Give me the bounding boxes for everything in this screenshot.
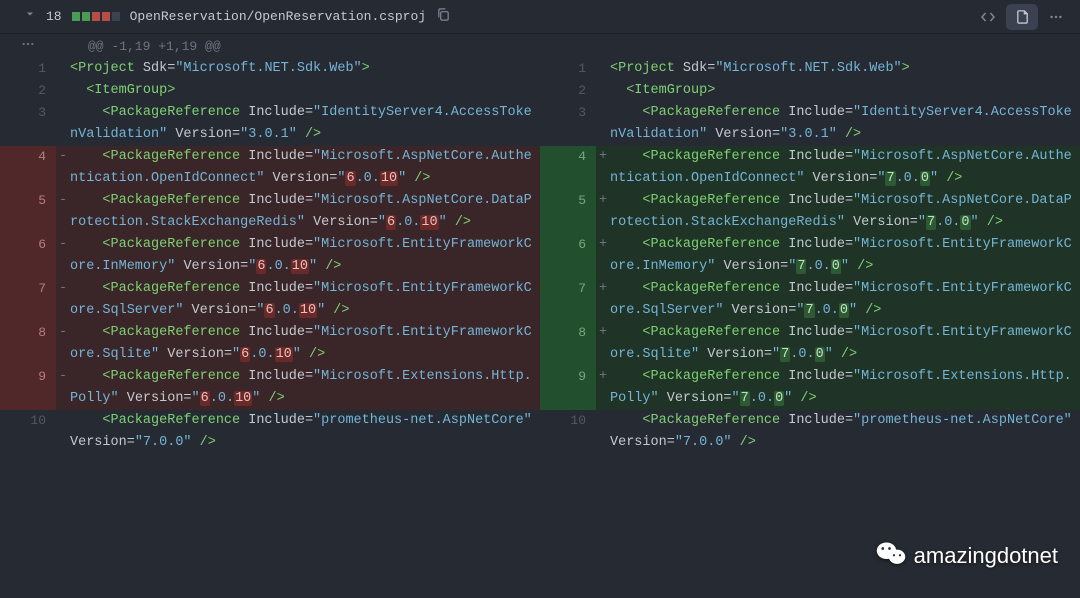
code-content[interactable]: <PackageReference Include="Microsoft.Asp… (610, 190, 1080, 234)
diff-line-ctx: 3 <PackageReference Include="IdentitySer… (540, 102, 1080, 146)
diff-marker (596, 58, 610, 80)
diff-left-pane: 1 <Project Sdk="Microsoft.NET.Sdk.Web">2… (0, 58, 540, 454)
diff-marker: - (56, 190, 70, 234)
diff-body: 1 <Project Sdk="Microsoft.NET.Sdk.Web">2… (0, 58, 1080, 454)
line-number[interactable]: 3 (540, 102, 596, 146)
line-number[interactable]: 8 (0, 322, 56, 366)
line-number[interactable]: 5 (0, 190, 56, 234)
diff-line-del: 5- <PackageReference Include="Microsoft.… (0, 190, 540, 234)
code-content[interactable]: <PackageReference Include="Microsoft.Ent… (70, 322, 540, 366)
line-number[interactable]: 10 (540, 410, 596, 454)
code-content[interactable]: <PackageReference Include="Microsoft.Ent… (610, 322, 1080, 366)
watermark-text: amazingdotnet (914, 543, 1058, 569)
diff-marker: - (56, 234, 70, 278)
diff-line-add: 5+ <PackageReference Include="Microsoft.… (540, 190, 1080, 234)
diff-marker: - (56, 322, 70, 366)
hunk-range: @@ -1,19 +1,19 @@ (88, 39, 221, 54)
diff-line-add: 9+ <PackageReference Include="Microsoft.… (540, 366, 1080, 410)
copy-path-icon[interactable] (436, 7, 451, 27)
diff-line-ctx: 10 <PackageReference Include="prometheus… (0, 410, 540, 454)
diff-marker (56, 102, 70, 146)
diff-line-del: 6- <PackageReference Include="Microsoft.… (0, 234, 540, 278)
code-content[interactable]: <PackageReference Include="Microsoft.Asp… (70, 190, 540, 234)
diff-marker: + (596, 278, 610, 322)
code-content[interactable]: <PackageReference Include="Microsoft.Asp… (70, 146, 540, 190)
code-content[interactable]: <PackageReference Include="Microsoft.Asp… (610, 146, 1080, 190)
diff-line-del: 9- <PackageReference Include="Microsoft.… (0, 366, 540, 410)
diff-line-ctx: 1 <Project Sdk="Microsoft.NET.Sdk.Web"> (0, 58, 540, 80)
line-number[interactable]: 1 (540, 58, 596, 80)
code-content[interactable]: <PackageReference Include="IdentityServe… (610, 102, 1080, 146)
wechat-icon (876, 540, 906, 572)
code-content[interactable]: <PackageReference Include="prometheus-ne… (70, 410, 540, 454)
watermark: amazingdotnet (876, 540, 1058, 572)
diff-marker: - (56, 278, 70, 322)
code-content[interactable]: <PackageReference Include="prometheus-ne… (610, 410, 1080, 454)
line-number[interactable]: 6 (0, 234, 56, 278)
diff-marker: + (596, 234, 610, 278)
diff-marker: - (56, 366, 70, 410)
chevron-down-icon[interactable] (24, 8, 40, 25)
line-number[interactable]: 4 (0, 146, 56, 190)
diff-line-ctx: 1 <Project Sdk="Microsoft.NET.Sdk.Web"> (540, 58, 1080, 80)
diff-right-pane: 1 <Project Sdk="Microsoft.NET.Sdk.Web">2… (540, 58, 1080, 454)
diff-line-ctx: 2 <ItemGroup> (0, 80, 540, 102)
file-header: 18 OpenReservation/OpenReservation.cspro… (0, 0, 1080, 34)
diff-line-ctx: 2 <ItemGroup> (540, 80, 1080, 102)
diff-marker (56, 410, 70, 454)
line-number[interactable]: 4 (540, 146, 596, 190)
file-view-button[interactable] (1006, 4, 1038, 30)
code-content[interactable]: <Project Sdk="Microsoft.NET.Sdk.Web"> (70, 58, 540, 80)
diff-marker (596, 102, 610, 146)
code-content[interactable]: <PackageReference Include="Microsoft.Ext… (70, 366, 540, 410)
file-path[interactable]: OpenReservation/OpenReservation.csproj (130, 9, 426, 24)
code-content[interactable]: <Project Sdk="Microsoft.NET.Sdk.Web"> (610, 58, 1080, 80)
hunk-header: @@ -1,19 +1,19 @@ (0, 34, 1080, 58)
line-number[interactable]: 5 (540, 190, 596, 234)
diff-line-add: 6+ <PackageReference Include="Microsoft.… (540, 234, 1080, 278)
diff-line-add: 4+ <PackageReference Include="Microsoft.… (540, 146, 1080, 190)
code-content[interactable]: <PackageReference Include="Microsoft.Ent… (610, 234, 1080, 278)
code-content[interactable]: <PackageReference Include="Microsoft.Ent… (70, 234, 540, 278)
line-number[interactable]: 3 (0, 102, 56, 146)
line-number[interactable]: 10 (0, 410, 56, 454)
more-actions-button[interactable] (1040, 4, 1072, 30)
code-view-button[interactable] (972, 4, 1004, 30)
diff-marker (56, 58, 70, 80)
code-content[interactable]: <PackageReference Include="Microsoft.Ent… (70, 278, 540, 322)
diff-marker: - (56, 146, 70, 190)
diff-line-add: 7+ <PackageReference Include="Microsoft.… (540, 278, 1080, 322)
diff-line-ctx: 3 <PackageReference Include="IdentitySer… (0, 102, 540, 146)
diff-marker (596, 80, 610, 102)
diff-line-del: 8- <PackageReference Include="Microsoft.… (0, 322, 540, 366)
expand-hunk-button[interactable] (0, 34, 56, 58)
line-number[interactable]: 7 (0, 278, 56, 322)
diff-marker: + (596, 146, 610, 190)
diff-marker: + (596, 190, 610, 234)
diff-marker (56, 80, 70, 102)
diff-stat-blocks (72, 12, 120, 21)
diff-marker: + (596, 366, 610, 410)
line-number[interactable]: 9 (540, 366, 596, 410)
changed-lines-count: 18 (46, 9, 62, 24)
diff-line-add: 8+ <PackageReference Include="Microsoft.… (540, 322, 1080, 366)
line-number[interactable]: 2 (540, 80, 596, 102)
line-number[interactable]: 9 (0, 366, 56, 410)
line-number[interactable]: 8 (540, 322, 596, 366)
line-number[interactable]: 1 (0, 58, 56, 80)
line-number[interactable]: 7 (540, 278, 596, 322)
header-actions (972, 0, 1080, 33)
code-content[interactable]: <PackageReference Include="Microsoft.Ent… (610, 278, 1080, 322)
diff-line-ctx: 10 <PackageReference Include="prometheus… (540, 410, 1080, 454)
diff-marker: + (596, 322, 610, 366)
line-number[interactable]: 2 (0, 80, 56, 102)
code-content[interactable]: <ItemGroup> (70, 80, 540, 102)
line-number[interactable]: 6 (540, 234, 596, 278)
code-content[interactable]: <PackageReference Include="IdentityServe… (70, 102, 540, 146)
code-content[interactable]: <ItemGroup> (610, 80, 1080, 102)
diff-marker (596, 410, 610, 454)
diff-line-del: 4- <PackageReference Include="Microsoft.… (0, 146, 540, 190)
diff-line-del: 7- <PackageReference Include="Microsoft.… (0, 278, 540, 322)
code-content[interactable]: <PackageReference Include="Microsoft.Ext… (610, 366, 1080, 410)
